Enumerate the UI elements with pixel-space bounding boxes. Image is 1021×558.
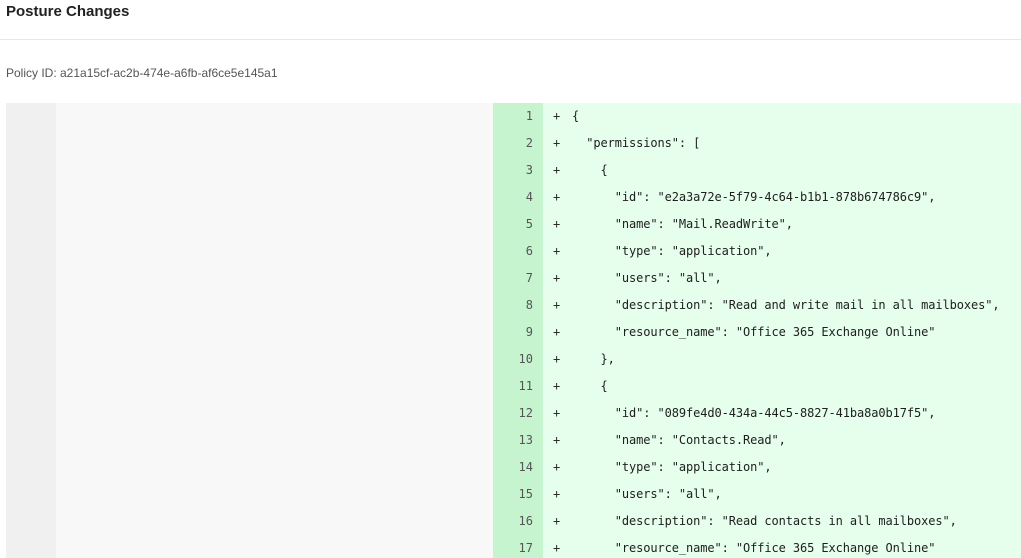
code-text: },	[572, 352, 615, 366]
code-text: "users": "all",	[572, 487, 722, 501]
added-marker: +	[553, 136, 561, 150]
added-marker: +	[553, 325, 561, 339]
old-version-pane	[56, 103, 493, 558]
line-number: 10	[518, 352, 533, 366]
code-text: "resource_name": "Office 365 Exchange On…	[572, 325, 936, 339]
diff-line-added: 13 + "name": "Contacts.Read",	[493, 427, 1021, 454]
diff-lines: 1 + {2 + "permissions": [ 3 + {4 + "id": "e2a3…	[493, 103, 1021, 558]
added-marker: +	[553, 352, 561, 366]
added-marker: +	[553, 379, 561, 393]
code-text: "type": "application",	[572, 244, 772, 258]
line-number: 6	[525, 244, 533, 258]
line-number: 14	[518, 460, 533, 474]
added-marker: +	[553, 109, 561, 123]
diff-line-added: 11 + {	[493, 373, 1021, 400]
diff-line-added: 16 + "description": "Read contacts in all…	[493, 508, 1021, 535]
diff-line-added: 6 + "type": "application",	[493, 238, 1021, 265]
diff-line-added: 10 + },	[493, 346, 1021, 373]
diff-line-added: 7 + "users": "all",	[493, 265, 1021, 292]
policy-id-label: Policy ID: a21a15cf-ac2b-474e-a6fb-af6ce…	[6, 66, 278, 80]
code-text: "type": "application",	[572, 460, 772, 474]
code-text: {	[572, 163, 608, 177]
diff-line-added: 4 + "id": "e2a3a72e-5f79-4c64-b1b1-878b67…	[493, 184, 1021, 211]
line-number: 13	[518, 433, 533, 447]
old-line-number-gutter	[6, 103, 56, 558]
added-marker: +	[553, 163, 561, 177]
line-number: 11	[518, 379, 533, 393]
diff-line-added: 2 + "permissions": [	[493, 130, 1021, 157]
line-number: 8	[525, 298, 533, 312]
diff-line-added: 1 + {	[493, 103, 1021, 130]
line-number: 15	[518, 487, 533, 501]
code-text: {	[572, 109, 580, 123]
line-number: 9	[525, 325, 533, 339]
line-number: 5	[525, 217, 533, 231]
code-text: "id": "089fe4d0-434a-44c5-8827-41ba8a0b1…	[572, 406, 936, 420]
code-text: "description": "Read contacts in all mai…	[572, 514, 957, 528]
added-marker: +	[553, 244, 561, 258]
added-marker: +	[553, 271, 561, 285]
added-marker: +	[553, 433, 561, 447]
added-marker: +	[553, 514, 561, 528]
added-marker: +	[553, 487, 561, 501]
line-number: 17	[518, 541, 533, 555]
line-number: 3	[525, 163, 533, 177]
added-marker: +	[553, 406, 561, 420]
code-text: "name": "Mail.ReadWrite",	[572, 217, 793, 231]
added-marker: +	[553, 460, 561, 474]
diff-viewer[interactable]: 1 + {2 + "permissions": [ 3 + {4 + "id": "e2a3…	[6, 103, 1021, 558]
page-header: Posture Changes	[0, 0, 1021, 40]
added-marker: +	[553, 541, 561, 555]
code-text: "permissions": [	[572, 136, 701, 150]
diff-line-added: 12 + "id": "089fe4d0-434a-44c5-8827-41ba8…	[493, 400, 1021, 427]
diff-line-added: 9 + "resource_name": "Office 365 Exchange…	[493, 319, 1021, 346]
added-marker: +	[553, 298, 561, 312]
code-text: {	[572, 379, 608, 393]
line-number: 1	[525, 109, 533, 123]
code-text: "description": "Read and write mail in a…	[572, 298, 1000, 312]
diff-line-added: 14 + "type": "application",	[493, 454, 1021, 481]
diff-line-added: 17 + "resource_name": "Office 365 Exchang…	[493, 535, 1021, 558]
line-number: 7	[525, 271, 533, 285]
line-number: 2	[525, 136, 533, 150]
line-number: 4	[525, 190, 533, 204]
added-marker: +	[553, 217, 561, 231]
code-text: "resource_name": "Office 365 Exchange On…	[572, 541, 936, 555]
line-number: 12	[518, 406, 533, 420]
code-text: "id": "e2a3a72e-5f79-4c64-b1b1-878b67478…	[572, 190, 936, 204]
diff-line-added: 3 + {	[493, 157, 1021, 184]
diff-line-added: 15 + "users": "all",	[493, 481, 1021, 508]
code-text: "name": "Contacts.Read",	[572, 433, 786, 447]
added-marker: +	[553, 190, 561, 204]
code-text: "users": "all",	[572, 271, 722, 285]
page-title: Posture Changes	[6, 3, 130, 20]
diff-line-added: 8 + "description": "Read and write mail i…	[493, 292, 1021, 319]
line-number: 16	[518, 514, 533, 528]
diff-line-added: 5 + "name": "Mail.ReadWrite",	[493, 211, 1021, 238]
